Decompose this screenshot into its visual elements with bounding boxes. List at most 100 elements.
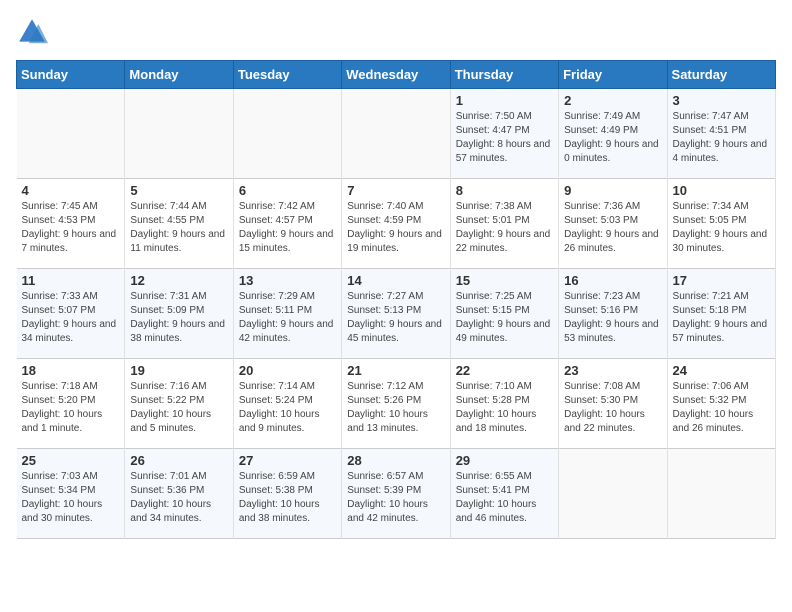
day-info: Sunrise: 7:08 AM Sunset: 5:30 PM Dayligh… xyxy=(564,380,661,436)
day-info: Sunrise: 7:27 AM Sunset: 5:13 PM Dayligh… xyxy=(347,290,444,346)
day-number: 28 xyxy=(347,453,444,468)
calendar-cell: 1 Sunrise: 7:50 AM Sunset: 4:47 PM Daylig… xyxy=(450,89,558,179)
header xyxy=(16,16,776,48)
day-number: 20 xyxy=(239,363,336,378)
day-info: Sunrise: 7:47 AM Sunset: 4:51 PM Dayligh… xyxy=(673,110,770,166)
day-info: Sunrise: 6:59 AM Sunset: 5:38 PM Dayligh… xyxy=(239,470,336,526)
day-info: Sunrise: 7:40 AM Sunset: 4:59 PM Dayligh… xyxy=(347,200,444,256)
day-number: 11 xyxy=(22,273,120,288)
header-day-monday: Monday xyxy=(125,61,233,89)
day-number: 13 xyxy=(239,273,336,288)
day-number: 16 xyxy=(564,273,661,288)
header-day-wednesday: Wednesday xyxy=(342,61,450,89)
calendar-header: SundayMondayTuesdayWednesdayThursdayFrid… xyxy=(17,61,776,89)
week-row-5: 25Sunrise: 7:03 AM Sunset: 5:34 PM Dayli… xyxy=(17,449,776,539)
day-number: 10 xyxy=(673,183,770,198)
day-info: Sunrise: 7:01 AM Sunset: 5:36 PM Dayligh… xyxy=(130,470,227,526)
day-number: 14 xyxy=(347,273,444,288)
day-number: 4 xyxy=(22,183,120,198)
calendar-cell: 11 Sunrise: 7:33 AM Sunset: 5:07 PM Dayli… xyxy=(17,269,125,359)
calendar-cell: 14 Sunrise: 7:27 AM Sunset: 5:13 PM Dayli… xyxy=(342,269,450,359)
day-info: Sunrise: 7:16 AM Sunset: 5:22 PM Dayligh… xyxy=(130,380,227,436)
header-day-sunday: Sunday xyxy=(17,61,125,89)
calendar-cell xyxy=(125,89,233,179)
day-number: 12 xyxy=(130,273,227,288)
day-info: Sunrise: 7:25 AM Sunset: 5:15 PM Dayligh… xyxy=(456,290,553,346)
day-number: 15 xyxy=(456,273,553,288)
day-number: 26 xyxy=(130,453,227,468)
day-info: Sunrise: 6:57 AM Sunset: 5:39 PM Dayligh… xyxy=(347,470,444,526)
header-day-thursday: Thursday xyxy=(450,61,558,89)
day-info: Sunrise: 7:06 AM Sunset: 5:32 PM Dayligh… xyxy=(673,380,770,436)
day-info: Sunrise: 7:14 AM Sunset: 5:24 PM Dayligh… xyxy=(239,380,336,436)
day-number: 9 xyxy=(564,183,661,198)
day-number: 18 xyxy=(22,363,120,378)
day-number: 19 xyxy=(130,363,227,378)
day-number: 25 xyxy=(22,453,120,468)
header-day-tuesday: Tuesday xyxy=(233,61,341,89)
calendar-cell: 10 Sunrise: 7:34 AM Sunset: 5:05 PM Dayli… xyxy=(667,179,775,269)
calendar-cell xyxy=(667,449,775,539)
logo-icon xyxy=(16,16,48,48)
day-info: Sunrise: 7:38 AM Sunset: 5:01 PM Dayligh… xyxy=(456,200,553,256)
calendar-cell xyxy=(559,449,667,539)
calendar-cell: 8 Sunrise: 7:38 AM Sunset: 5:01 PM Daylig… xyxy=(450,179,558,269)
day-number: 5 xyxy=(130,183,227,198)
calendar-cell: 22Sunrise: 7:10 AM Sunset: 5:28 PM Dayli… xyxy=(450,359,558,449)
calendar-cell: 20 Sunrise: 7:14 AM Sunset: 5:24 PM Dayli… xyxy=(233,359,341,449)
calendar-cell: 26 Sunrise: 7:01 AM Sunset: 5:36 PM Dayli… xyxy=(125,449,233,539)
calendar-table: SundayMondayTuesdayWednesdayThursdayFrid… xyxy=(16,60,776,539)
calendar-cell: 4 Sunrise: 7:45 AM Sunset: 4:53 PM Daylig… xyxy=(17,179,125,269)
calendar-cell: 2Sunrise: 7:49 AM Sunset: 4:49 PM Daylig… xyxy=(559,89,667,179)
day-info: Sunrise: 7:33 AM Sunset: 5:07 PM Dayligh… xyxy=(22,290,120,346)
day-number: 3 xyxy=(673,93,770,108)
day-info: Sunrise: 7:12 AM Sunset: 5:26 PM Dayligh… xyxy=(347,380,444,436)
day-info: Sunrise: 7:23 AM Sunset: 5:16 PM Dayligh… xyxy=(564,290,661,346)
day-info: Sunrise: 7:18 AM Sunset: 5:20 PM Dayligh… xyxy=(22,380,120,436)
day-number: 7 xyxy=(347,183,444,198)
calendar-body: 1 Sunrise: 7:50 AM Sunset: 4:47 PM Daylig… xyxy=(17,89,776,539)
calendar-cell: 3 Sunrise: 7:47 AM Sunset: 4:51 PM Daylig… xyxy=(667,89,775,179)
day-number: 8 xyxy=(456,183,553,198)
day-info: Sunrise: 6:55 AM Sunset: 5:41 PM Dayligh… xyxy=(456,470,553,526)
day-info: Sunrise: 7:44 AM Sunset: 4:55 PM Dayligh… xyxy=(130,200,227,256)
day-info: Sunrise: 7:29 AM Sunset: 5:11 PM Dayligh… xyxy=(239,290,336,346)
week-row-2: 4 Sunrise: 7:45 AM Sunset: 4:53 PM Daylig… xyxy=(17,179,776,269)
day-info: Sunrise: 7:42 AM Sunset: 4:57 PM Dayligh… xyxy=(239,200,336,256)
day-number: 1 xyxy=(456,93,553,108)
day-info: Sunrise: 7:45 AM Sunset: 4:53 PM Dayligh… xyxy=(22,200,120,256)
day-info: Sunrise: 7:49 AM Sunset: 4:49 PM Dayligh… xyxy=(564,110,661,166)
calendar-cell: 5 Sunrise: 7:44 AM Sunset: 4:55 PM Daylig… xyxy=(125,179,233,269)
calendar-cell: 7 Sunrise: 7:40 AM Sunset: 4:59 PM Daylig… xyxy=(342,179,450,269)
calendar-cell: 9 Sunrise: 7:36 AM Sunset: 5:03 PM Daylig… xyxy=(559,179,667,269)
day-info: Sunrise: 7:31 AM Sunset: 5:09 PM Dayligh… xyxy=(130,290,227,346)
day-info: Sunrise: 7:10 AM Sunset: 5:28 PM Dayligh… xyxy=(456,380,553,436)
calendar-cell: 18 Sunrise: 7:18 AM Sunset: 5:20 PM Dayli… xyxy=(17,359,125,449)
day-info: Sunrise: 7:36 AM Sunset: 5:03 PM Dayligh… xyxy=(564,200,661,256)
week-row-1: 1 Sunrise: 7:50 AM Sunset: 4:47 PM Daylig… xyxy=(17,89,776,179)
calendar-cell: 27 Sunrise: 6:59 AM Sunset: 5:38 PM Dayli… xyxy=(233,449,341,539)
calendar-cell xyxy=(17,89,125,179)
calendar-cell: 16 Sunrise: 7:23 AM Sunset: 5:16 PM Dayli… xyxy=(559,269,667,359)
day-number: 17 xyxy=(673,273,770,288)
calendar-cell: 23 Sunrise: 7:08 AM Sunset: 5:30 PM Dayli… xyxy=(559,359,667,449)
day-number: 23 xyxy=(564,363,661,378)
calendar-cell: 15 Sunrise: 7:25 AM Sunset: 5:15 PM Dayli… xyxy=(450,269,558,359)
week-row-3: 11 Sunrise: 7:33 AM Sunset: 5:07 PM Dayli… xyxy=(17,269,776,359)
logo xyxy=(16,16,52,48)
day-info: Sunrise: 7:50 AM Sunset: 4:47 PM Dayligh… xyxy=(456,110,553,166)
day-number: 29 xyxy=(456,453,553,468)
week-row-4: 18 Sunrise: 7:18 AM Sunset: 5:20 PM Dayli… xyxy=(17,359,776,449)
calendar-cell: 17 Sunrise: 7:21 AM Sunset: 5:18 PM Dayli… xyxy=(667,269,775,359)
calendar-cell xyxy=(342,89,450,179)
calendar-cell: 21 Sunrise: 7:12 AM Sunset: 5:26 PM Dayli… xyxy=(342,359,450,449)
day-number: 21 xyxy=(347,363,444,378)
day-number: 24 xyxy=(673,363,770,378)
header-day-saturday: Saturday xyxy=(667,61,775,89)
day-info: Sunrise: 7:34 AM Sunset: 5:05 PM Dayligh… xyxy=(673,200,770,256)
header-row: SundayMondayTuesdayWednesdayThursdayFrid… xyxy=(17,61,776,89)
day-info: Sunrise: 7:21 AM Sunset: 5:18 PM Dayligh… xyxy=(673,290,770,346)
day-number: 6 xyxy=(239,183,336,198)
calendar-cell: 6 Sunrise: 7:42 AM Sunset: 4:57 PM Daylig… xyxy=(233,179,341,269)
day-number: 27 xyxy=(239,453,336,468)
